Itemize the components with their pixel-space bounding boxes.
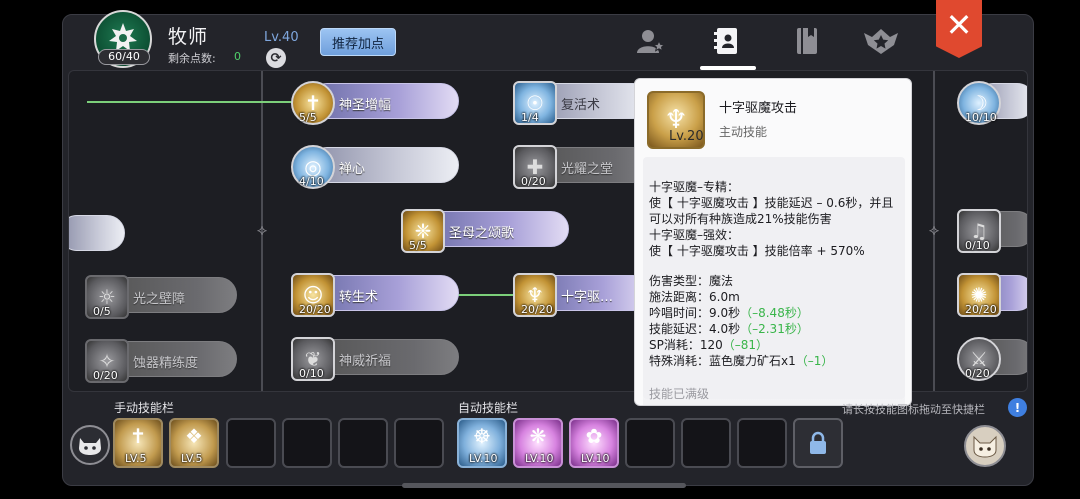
manual-skill-slot-empty[interactable]	[394, 418, 444, 468]
tab-skills-icon[interactable]	[710, 26, 744, 56]
skill-name: 蚀器精练度	[133, 356, 199, 371]
skill-level: 0/20	[965, 367, 990, 380]
close-button[interactable]: ✕	[936, 0, 982, 58]
skill-name: 圣母之颂歌	[449, 226, 515, 241]
auto-skill-slot-locked[interactable]	[793, 418, 843, 468]
recommend-points-button[interactable]: 推荐加点	[320, 28, 396, 56]
tooltip-line: 使【 十字驱魔攻击 】技能延迟 – 0.6秒，并且可以对所有种族造成21%技能伤…	[649, 196, 894, 226]
auto-skill-slot-empty[interactable]	[681, 418, 731, 468]
skill-node-right-4[interactable]: ⚔ 0/20	[957, 337, 1027, 381]
skill-node-hall-of-light[interactable]: ✚ 光耀之堂 0/20	[513, 145, 651, 189]
class-level: Lv.40	[264, 30, 299, 45]
skill-level: 20/20	[521, 303, 553, 316]
stat-row: SP消耗：120（–81）	[649, 338, 769, 352]
skill-level: 5/5	[299, 111, 317, 124]
lock-icon	[810, 431, 826, 454]
divider-ornament-icon: ⟡	[928, 220, 940, 239]
skill-name: 转生术	[339, 290, 379, 305]
skill-node-divine-blessing[interactable]: ❦ 神威祈福 0/10	[291, 337, 459, 381]
tooltip-skill-level: Lv.20	[669, 129, 704, 144]
fairy-icon: ✿	[585, 424, 603, 448]
holy-cross-icon: ✝	[129, 424, 147, 448]
skill-name: 神威祈福	[339, 354, 392, 369]
skill-name: 光耀之堂	[561, 162, 614, 177]
manual-skill-slot[interactable]: ✝ LV.5	[113, 418, 163, 468]
stat-row: 特殊消耗：蓝色魔力矿石x1（–1）	[649, 354, 834, 368]
info-icon[interactable]: !	[1008, 398, 1027, 417]
skill-name: 禅心	[339, 162, 366, 177]
skill-node-resurrection[interactable]: ☉ 复活术 1/4	[513, 81, 651, 125]
tab-book-icon[interactable]	[790, 26, 824, 56]
tooltip-line: 使【 十字驱魔攻击 】技能倍率 + 570%	[649, 244, 865, 258]
skill-level: 10/10	[965, 111, 997, 124]
tab-guild-badge-icon[interactable]	[864, 26, 898, 56]
skill-node-weapon-refine[interactable]: ✧ 蚀器精练度 0/20	[85, 339, 239, 383]
stat-row: 吟唱时间：9.0秒（–8.48秒）	[649, 306, 809, 320]
skill-node-cross-exorcism[interactable]: ♆ 十字驱… 20/20	[513, 273, 651, 317]
skill-level: 4/10	[299, 175, 324, 188]
skill-level: 1/4	[521, 111, 539, 124]
skill-level: 20/20	[965, 303, 997, 316]
remaining-points-label: 剩余点数:	[168, 52, 216, 65]
emblem-counter: 60/40	[98, 49, 150, 65]
skill-name: 复活术	[561, 98, 601, 113]
tooltip-description: 十字驱魔–专精： 使【 十字驱魔攻击 】技能延迟 – 0.6秒，并且可以对所有种…	[643, 157, 905, 399]
refresh-icon[interactable]: ⟳	[266, 48, 286, 68]
auto-skill-bar-title: 自动技能栏	[458, 401, 519, 415]
skill-node-light-barrier[interactable]: ☼ 光之壁障 0/5	[85, 275, 239, 319]
skill-node-divine-amplify[interactable]: ✝ 神圣增幅 5/5	[291, 81, 459, 125]
skill-node-reincarnation[interactable]: ☺ 转生术 20/20	[291, 273, 459, 317]
shield-wings-icon: ❖	[185, 424, 203, 448]
auto-skill-slot-empty[interactable]	[625, 418, 675, 468]
skill-node-holy-hymn[interactable]: ❈ 圣母之颂歌 5/5	[401, 209, 569, 253]
tooltip-cutoff-text: 技能已满级	[649, 387, 710, 401]
tooltip-skill-name: 十字驱魔攻击	[719, 101, 798, 116]
skill-name: 神圣增幅	[339, 98, 392, 113]
sanctuary-icon: ☸	[473, 424, 491, 448]
class-name: 牧师	[168, 26, 209, 48]
pet-avatar-icon[interactable]	[70, 425, 110, 465]
skill-tooltip: ♆ Lv.20 十字驱魔攻击 主动技能 十字驱魔–专精： 使【 十字驱魔攻击 】…	[634, 78, 912, 406]
horizontal-scrollbar[interactable]	[402, 483, 686, 488]
drag-hint: 请长按技能图标拖动至快捷栏	[842, 403, 985, 416]
skill-node-right-2[interactable]: ♫ 0/10	[957, 209, 1027, 253]
skill-connector-line	[87, 101, 293, 103]
stat-row: 伤害类型：魔法	[649, 274, 734, 288]
tooltip-skill-type: 主动技能	[719, 125, 768, 139]
divider-ornament-icon: ⟡	[256, 220, 268, 239]
cat-avatar-icon[interactable]	[964, 425, 1006, 467]
auto-skill-slot[interactable]: ✿ LV.10	[569, 418, 619, 468]
auto-skill-slot-empty[interactable]	[737, 418, 787, 468]
tooltip-line: 十字驱魔–专精：	[649, 180, 740, 194]
skill-node-partial[interactable]	[69, 213, 125, 253]
skill-level: 0/20	[93, 369, 118, 382]
skill-level: 0/10	[299, 367, 324, 380]
skill-node-right-1[interactable]: ☽ 10/10	[957, 81, 1027, 125]
auto-skill-slot[interactable]: ❋ LV.10	[513, 418, 563, 468]
wings-icon: ❋	[529, 424, 547, 448]
remaining-points-value: 0	[234, 50, 241, 63]
skill-level: 0/10	[965, 239, 990, 252]
skill-level: 5/5	[409, 239, 427, 252]
stat-row: 技能延迟：4.0秒（–2.31秒）	[649, 322, 809, 336]
skill-name: 光之壁障	[133, 292, 186, 307]
skill-level: 0/20	[521, 175, 546, 188]
manual-skill-slot-empty[interactable]	[338, 418, 388, 468]
tab-character-icon[interactable]	[634, 26, 668, 56]
manual-skill-bar-title: 手动技能栏	[114, 401, 175, 415]
skill-name: 十字驱…	[561, 290, 614, 305]
auto-skill-slot[interactable]: ☸ LV.10	[457, 418, 507, 468]
skill-node-right-3[interactable]: ✺ 20/20	[957, 273, 1027, 317]
stat-row: 施法距离：6.0m	[649, 290, 740, 304]
skill-level: 0/5	[93, 305, 111, 318]
skill-node-zen-mind[interactable]: ◎ 禅心 4/10	[291, 145, 459, 189]
manual-skill-slot-empty[interactable]	[226, 418, 276, 468]
tooltip-line: 十字驱魔–强效：	[649, 228, 740, 242]
skill-level: 20/20	[299, 303, 331, 316]
manual-skill-slot[interactable]: ❖ LV.5	[169, 418, 219, 468]
manual-skill-slot-empty[interactable]	[282, 418, 332, 468]
